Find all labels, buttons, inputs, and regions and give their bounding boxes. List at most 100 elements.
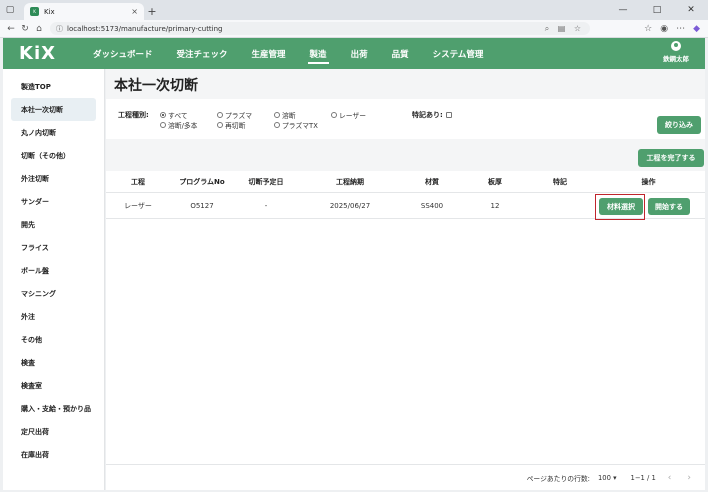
- minimize-button[interactable]: —: [606, 0, 640, 20]
- url-field[interactable]: ⓘ localhost:5173/manufacture/primary-cut…: [50, 22, 590, 35]
- nav-manufacture[interactable]: 製造: [302, 38, 335, 69]
- filter-button[interactable]: 絞り込み: [657, 116, 701, 134]
- radio-fusion-multi-dot: [160, 122, 166, 128]
- remark-checkbox[interactable]: [445, 112, 452, 118]
- main-content: 本社一次切断 工程種別: すべて プラズマ 溶断 レーザー 溶断/多本 再切断: [106, 69, 705, 490]
- remark-label: 特記あり:: [412, 111, 443, 119]
- sidebar: 製造TOP 本社一次切断 丸ノ内切断 切断（その他） 外注切断 サンダー 開先 …: [3, 69, 105, 490]
- complete-process-button[interactable]: 工程を完了する: [638, 149, 704, 167]
- home-icon[interactable]: ⌂: [32, 24, 46, 34]
- maximize-button[interactable]: □: [640, 0, 674, 20]
- kix-favicon-icon: K: [30, 7, 39, 16]
- nav-system[interactable]: システム管理: [425, 38, 492, 69]
- tab-close-icon[interactable]: ×: [131, 7, 138, 16]
- sidebar-item-primary-cutting[interactable]: 本社一次切断: [11, 98, 96, 121]
- sidebar-item-purchased-items[interactable]: 購入・支給・預かり品: [3, 397, 104, 420]
- start-button[interactable]: 開始する: [648, 198, 690, 215]
- sidebar-item-other[interactable]: その他: [3, 328, 104, 351]
- table-row: レーザー O5127 - 2025/06/27 SS400 12 材料選択 開始…: [106, 193, 705, 220]
- radio-fusion-multi-label: 溶断/多本: [168, 122, 198, 130]
- radio-laser-dot: [331, 112, 337, 118]
- pagination: ページあたりの行数: 100 ▾ 1−1 / 1 ‹ ›: [106, 464, 705, 490]
- col-material: 材質: [425, 178, 439, 186]
- browser-titlebar: ▢ K Kix × + — □ ✕: [0, 0, 708, 20]
- user-icon: [671, 41, 681, 51]
- sidebar-item-sander[interactable]: サンダー: [3, 190, 104, 213]
- col-process: 工程: [131, 178, 145, 186]
- page-title: 本社一次切断: [114, 78, 198, 94]
- sidebar-item-bevel[interactable]: 開先: [3, 213, 104, 236]
- select-material-button[interactable]: 材料選択: [599, 198, 643, 215]
- sidebar-item-inspection-room[interactable]: 検査室: [3, 374, 104, 397]
- more-icon[interactable]: ⋯: [676, 24, 685, 34]
- radio-fusion-label: 溶断: [282, 112, 296, 120]
- radio-plasma-dot: [217, 112, 223, 118]
- reload-icon[interactable]: ↻: [18, 24, 32, 34]
- radio-recut-label: 再切断: [225, 122, 246, 130]
- radio-all-dot: [160, 112, 166, 118]
- cell-thickness: 12: [490, 202, 500, 210]
- sidebar-item-marunouchi-cutting[interactable]: 丸ノ内切断: [3, 121, 104, 144]
- site-info-icon[interactable]: ⓘ: [56, 24, 63, 34]
- filter-panel: 工程種別: すべて プラズマ 溶断 レーザー 溶断/多本 再切断 プラズマTX: [106, 99, 705, 139]
- radio-plasma-tx[interactable]: プラズマTX: [274, 120, 318, 130]
- nav-shipping[interactable]: 出荷: [343, 38, 376, 69]
- sidebar-item-standard-shipping[interactable]: 定尺出荷: [3, 420, 104, 443]
- nav-production[interactable]: 生産管理: [244, 38, 294, 69]
- sidebar-item-drill-press[interactable]: ボール盤: [3, 259, 104, 282]
- address-bar: ← ↻ ⌂ ⓘ localhost:5173/manufacture/prima…: [0, 20, 708, 38]
- back-icon[interactable]: ←: [4, 24, 18, 34]
- sidebar-item-machining[interactable]: マシニング: [3, 282, 104, 305]
- job-table: 工程 プログラムNo 切断予定日 工程納期 材質 板厚 特記 操作 レーザー O…: [106, 171, 705, 490]
- radio-fusion-dot: [274, 112, 280, 118]
- next-page-icon[interactable]: ›: [683, 473, 695, 483]
- cell-planned-date: -: [264, 202, 268, 210]
- user-menu[interactable]: 鉄鋼太郎: [663, 41, 689, 63]
- radio-fusion[interactable]: 溶断: [274, 110, 296, 120]
- copilot-icon[interactable]: ◆: [693, 24, 700, 34]
- url-text: localhost:5173/manufacture/primary-cutti…: [67, 24, 223, 33]
- radio-plasma-tx-label: プラズマTX: [282, 122, 318, 130]
- remark-filter: 特記あり:: [412, 110, 452, 120]
- table-header: 工程 プログラムNo 切断予定日 工程納期 材質 板厚 特記 操作: [106, 171, 705, 193]
- sidebar-item-top[interactable]: 製造TOP: [3, 75, 104, 98]
- col-program-no: プログラムNo: [179, 178, 225, 186]
- radio-all[interactable]: すべて: [160, 110, 188, 120]
- cell-program-no: O5127: [190, 202, 214, 210]
- user-name: 鉄鋼太郎: [663, 55, 689, 63]
- profile-icon[interactable]: ◉: [660, 24, 668, 34]
- address-actions-icon[interactable]: ⌕ ▤ ☆: [545, 24, 584, 34]
- prev-page-icon[interactable]: ‹: [664, 473, 676, 483]
- new-tab-button[interactable]: +: [144, 3, 160, 20]
- radio-recut-dot: [217, 122, 223, 128]
- app-logo[interactable]: KiX: [3, 43, 85, 64]
- sidebar-item-inspection[interactable]: 検査: [3, 351, 104, 374]
- radio-fusion-multi[interactable]: 溶断/多本: [160, 120, 197, 130]
- cell-deadline: 2025/06/27: [329, 202, 371, 210]
- window-controls: — □ ✕: [606, 0, 708, 20]
- col-remark: 特記: [553, 178, 567, 186]
- nav-order-check[interactable]: 受注チェック: [169, 38, 236, 69]
- sidebar-item-outsourced-cutting[interactable]: 外注切断: [3, 167, 104, 190]
- radio-plasma-label: プラズマ: [225, 112, 253, 120]
- sidebar-item-cutting-other[interactable]: 切断（その他）: [3, 144, 104, 167]
- close-window-button[interactable]: ✕: [674, 0, 708, 20]
- nav-quality[interactable]: 品質: [384, 38, 417, 69]
- browser-tab[interactable]: K Kix ×: [24, 3, 144, 20]
- browser-toolbar-icons: ☆ ◉ ⋯ ◆: [644, 24, 704, 34]
- radio-plasma[interactable]: プラズマ: [217, 110, 252, 120]
- sidebar-item-stock-shipping[interactable]: 在庫出荷: [3, 443, 104, 466]
- sidebar-item-outsourcing[interactable]: 外注: [3, 305, 104, 328]
- rows-per-page-label: ページあたりの行数:: [526, 474, 590, 483]
- radio-recut[interactable]: 再切断: [217, 120, 245, 130]
- nav-dashboard[interactable]: ダッシュボード: [85, 38, 161, 69]
- page-range: 1−1 / 1: [630, 473, 656, 482]
- radio-all-label: すべて: [168, 112, 188, 120]
- cell-process: レーザー: [124, 202, 152, 210]
- rows-per-page-select[interactable]: 100 ▾: [598, 474, 617, 482]
- col-deadline: 工程納期: [336, 178, 364, 186]
- radio-laser[interactable]: レーザー: [331, 110, 366, 120]
- sidebar-item-milling[interactable]: フライス: [3, 236, 104, 259]
- window-menu-icon[interactable]: ▢: [0, 0, 20, 20]
- favorites-icon[interactable]: ☆: [644, 24, 652, 34]
